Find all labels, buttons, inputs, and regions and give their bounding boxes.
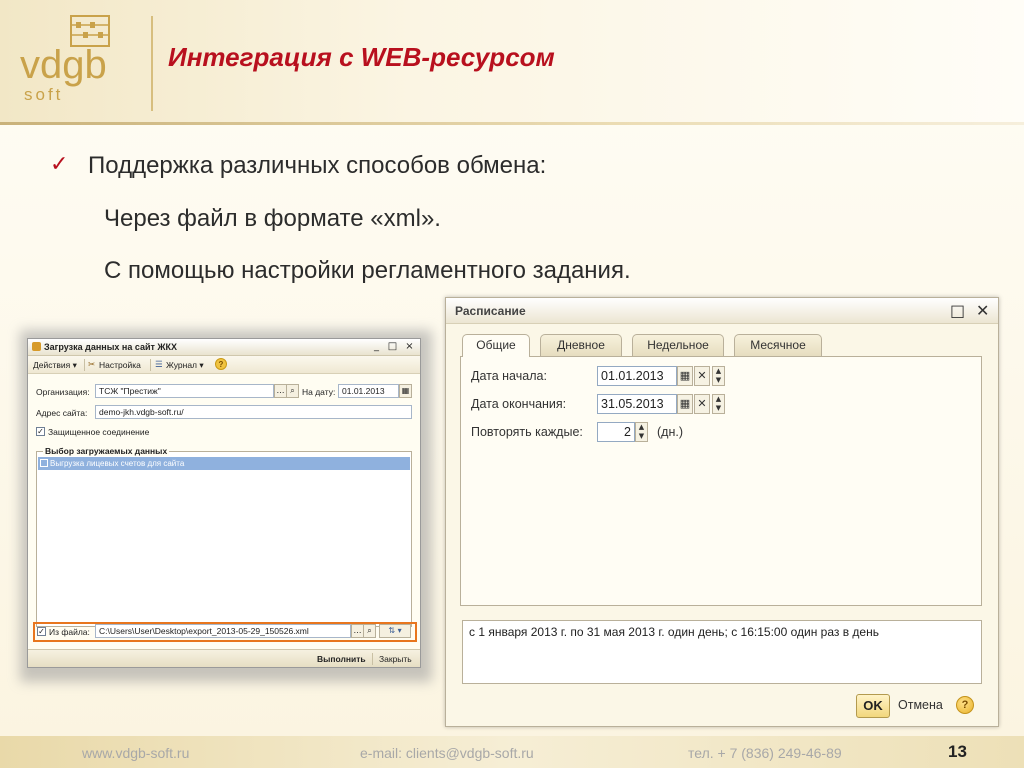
file-action-dropdown[interactable]: ⇅ ▾ <box>379 624 411 638</box>
footer-phone: тел. + 7 (836) 249-46-89 <box>688 745 842 761</box>
footer-website: www.vdgb-soft.ru <box>82 745 190 761</box>
schedule-window: Расписание □ ✕ Общие Дневное Недельное М… <box>445 297 999 727</box>
tab-weekly[interactable]: Недельное <box>632 334 724 356</box>
secure-connection-label: Защищенное соединение <box>48 427 150 437</box>
logo-brand-main: vdgb <box>20 43 107 87</box>
settings-button[interactable]: Настройка <box>99 360 141 370</box>
list-item[interactable]: Выгрузка лицевых счетов для сайта <box>38 457 410 470</box>
checkmark-icon: ✓ <box>50 152 69 177</box>
bullet-sub-xml: Через файл в формате «xml». <box>104 205 441 232</box>
general-tab-panel: Дата начала: 01.01.2013 ▦ ✕ ▲ ▼ Дата окон… <box>460 356 982 606</box>
repeat-unit-label: (дн.) <box>657 425 683 439</box>
footer-separator <box>372 653 373 665</box>
slide-footer: www.vdgb-soft.ru e-mail: clients@vdgb-so… <box>0 736 1024 768</box>
end-date-label: Дата окончания: <box>471 397 567 411</box>
cancel-button[interactable]: Отмена <box>898 698 943 712</box>
organization-field[interactable]: ТСЖ "Престиж" <box>95 384 274 398</box>
clear-icon[interactable]: ✕ <box>694 366 710 386</box>
journal-icon: ☰ <box>155 360 163 370</box>
list-item-label: Выгрузка лицевых счетов для сайта <box>50 459 185 468</box>
logo-brand-sub: soft <box>24 85 63 104</box>
calendar-icon[interactable]: ▦ <box>677 366 693 386</box>
site-address-label: Адрес сайта: <box>36 408 88 418</box>
close-window-button[interactable]: × <box>403 340 416 353</box>
repeat-every-spinner[interactable]: ▲ ▼ <box>635 422 648 442</box>
organization-label: Организация: <box>36 387 90 397</box>
upload-window-title: Загрузка данных на сайт ЖКХ <box>44 342 178 352</box>
ok-button[interactable]: OK <box>856 694 890 718</box>
actions-menu[interactable]: Действия ▾ <box>33 360 77 371</box>
upload-window-titlebar: Загрузка данных на сайт ЖКХ _ □ × <box>28 339 420 356</box>
logo-divider <box>151 16 153 111</box>
minimize-button[interactable]: _ <box>370 340 383 353</box>
slide-title: Интеграция с WEB-ресурсом <box>168 42 555 72</box>
clear-icon[interactable]: ✕ <box>694 394 710 414</box>
site-address-field[interactable]: demo-jkh.vdgb-soft.ru/ <box>95 405 412 419</box>
upload-footer-bar: Выполнить Закрыть <box>28 649 420 667</box>
tab-general[interactable]: Общие <box>462 334 530 357</box>
help-button[interactable]: ? <box>215 358 227 370</box>
data-selection-title: Выбор загружаемых данных <box>43 446 170 456</box>
bullet-main: Поддержка различных способов обмена: <box>88 152 547 179</box>
end-date-field[interactable]: 31.05.2013 <box>597 394 677 414</box>
start-date-spinner[interactable]: ▲ ▼ <box>712 366 725 386</box>
start-date-field[interactable]: 01.01.2013 <box>597 366 677 386</box>
date-label: На дату: <box>302 387 336 397</box>
bullet-sub-schedule: С помощью настройки регламентного задани… <box>104 257 631 284</box>
from-file-label: Из файла: <box>49 627 90 637</box>
maximize-button[interactable]: □ <box>950 301 965 320</box>
list-item-checkbox[interactable] <box>40 459 48 467</box>
close-button[interactable]: Закрыть <box>379 654 412 664</box>
start-date-label: Дата начала: <box>471 369 547 383</box>
file-search-icon[interactable]: ⌕ <box>363 624 376 638</box>
data-selection-group: Выбор загружаемых данных Выгрузка лицевы… <box>36 446 412 627</box>
organization-search-icon[interactable]: ⌕ <box>286 384 299 398</box>
calendar-icon[interactable]: ▦ <box>677 394 693 414</box>
repeat-every-field[interactable]: 2 <box>597 422 635 442</box>
schedule-titlebar: Расписание □ ✕ <box>446 298 998 324</box>
from-file-checkbox[interactable]: ✓ <box>37 627 46 636</box>
date-field[interactable]: 01.01.2013 <box>338 384 399 398</box>
upload-window: Загрузка данных на сайт ЖКХ _ □ × Действ… <box>27 338 421 668</box>
tab-daily[interactable]: Дневное <box>540 334 622 356</box>
schedule-title: Расписание <box>455 304 526 318</box>
maximize-button[interactable]: □ <box>386 340 399 353</box>
repeat-every-label: Повторять каждые: <box>471 425 583 439</box>
schedule-summary: с 1 января 2013 г. по 31 мая 2013 г. оди… <box>462 620 982 684</box>
app-icon <box>32 342 41 351</box>
end-date-spinner[interactable]: ▲ ▼ <box>712 394 725 414</box>
toolbar-separator <box>84 359 85 371</box>
from-file-row: ✓ Из файла: C:\Users\User\Desktop\export… <box>33 622 417 642</box>
wrench-icon: ✂ <box>88 360 96 370</box>
calendar-icon[interactable]: ▦ <box>399 384 412 398</box>
file-path-field[interactable]: C:\Users\User\Desktop\export_2013-05-29_… <box>95 624 351 638</box>
upload-toolbar: Действия ▾ ✂ Настройка ☰ Журнал ▾ ? <box>28 356 420 374</box>
journal-menu[interactable]: Журнал ▾ <box>166 360 204 371</box>
run-button[interactable]: Выполнить <box>317 654 366 664</box>
help-button[interactable]: ? <box>956 696 974 714</box>
header-divider <box>0 122 1024 125</box>
toolbar-separator <box>150 359 151 371</box>
footer-email: e-mail: clients@vdgb-soft.ru <box>360 745 534 761</box>
secure-connection-checkbox[interactable]: ✓ <box>36 427 45 436</box>
tab-monthly[interactable]: Месячное <box>734 334 822 356</box>
close-window-button[interactable]: ✕ <box>976 301 989 320</box>
page-number: 13 <box>948 742 967 761</box>
vdgb-soft-logo: vdgb soft <box>20 15 110 104</box>
